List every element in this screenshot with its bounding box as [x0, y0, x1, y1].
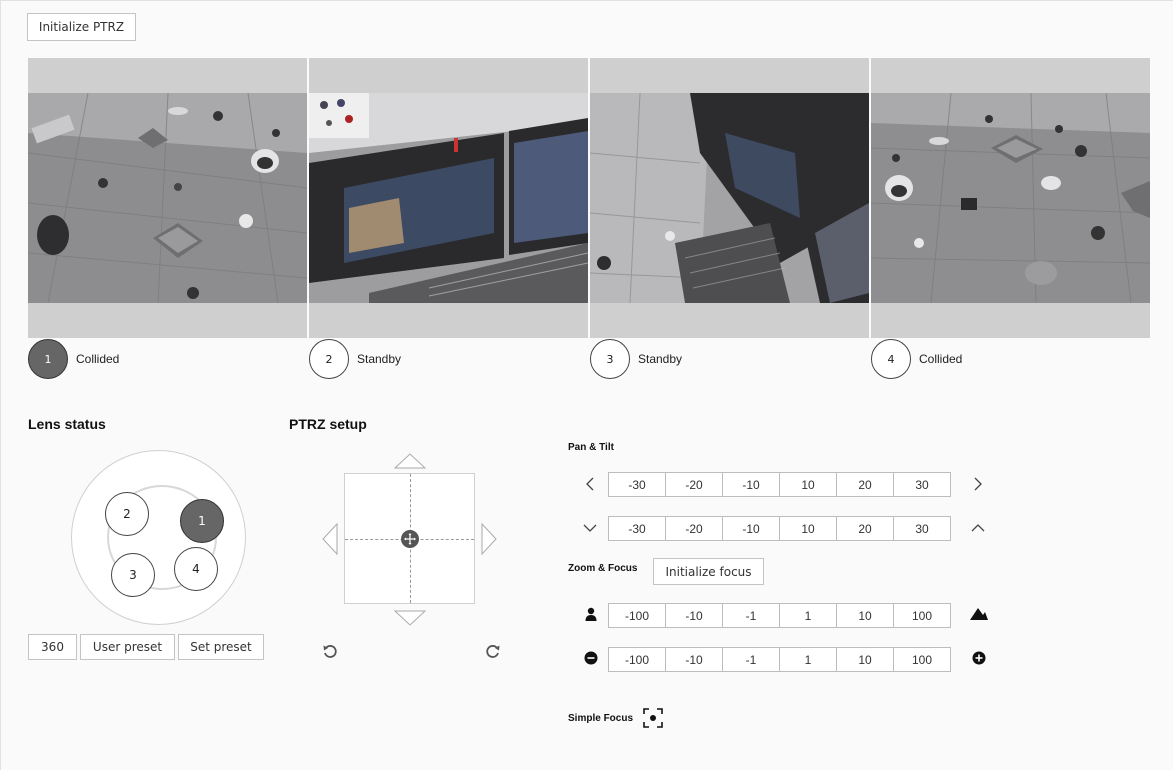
user-preset-button[interactable]: User preset: [80, 634, 175, 660]
camera-feed-1: [28, 93, 307, 303]
zoom-step-button[interactable]: 10: [836, 603, 894, 628]
camera-badge-3[interactable]: 3: [590, 339, 630, 379]
zoom-step-button[interactable]: -1: [722, 603, 780, 628]
pan-left-arrow-icon[interactable]: [322, 523, 338, 555]
move-icon[interactable]: [401, 530, 419, 548]
camera-feed-3: [590, 93, 869, 303]
lens-2[interactable]: 2: [105, 492, 149, 536]
lens-1[interactable]: 1: [180, 499, 224, 543]
focus-step-row: -100 -10 -1 1 10 100: [608, 647, 951, 672]
zoom-step-button[interactable]: -100: [608, 603, 666, 628]
lens-3[interactable]: 3: [111, 553, 155, 597]
chevron-right-icon[interactable]: [969, 475, 987, 493]
pan-step-button[interactable]: 30: [893, 472, 951, 497]
camera-status-label-2: Standby: [357, 352, 402, 366]
pan-step-button[interactable]: -20: [665, 472, 723, 497]
zoom-step-row: -100 -10 -1 1 10 100: [608, 603, 951, 628]
camera-status-3[interactable]: 3 Standby: [590, 338, 682, 380]
set-preset-button[interactable]: Set preset: [178, 634, 264, 660]
tilt-step-button[interactable]: 30: [893, 516, 951, 541]
focus-step-button[interactable]: 10: [836, 647, 894, 672]
rotate-cw-icon[interactable]: [484, 642, 502, 660]
focus-step-button[interactable]: -10: [665, 647, 723, 672]
chevron-left-icon[interactable]: [581, 475, 599, 493]
initialize-focus-button[interactable]: Initialize focus: [653, 558, 764, 585]
zoom-step-button[interactable]: -10: [665, 603, 723, 628]
zoom-step-button[interactable]: 100: [893, 603, 951, 628]
rotate-ccw-icon[interactable]: [321, 642, 339, 660]
camera-badge-2[interactable]: 2: [309, 339, 349, 379]
pan-step-button[interactable]: -10: [722, 472, 780, 497]
camera-status-label-1: Collided: [76, 352, 120, 366]
camera-view-4[interactable]: [871, 58, 1150, 338]
person-icon[interactable]: [582, 605, 600, 623]
zoom-focus-title: Zoom & Focus: [568, 563, 638, 574]
mountain-icon[interactable]: [969, 605, 989, 623]
focus-step-button[interactable]: -100: [608, 647, 666, 672]
camera-badge-1[interactable]: 1: [28, 339, 68, 379]
tilt-step-button[interactable]: -30: [608, 516, 666, 541]
camera-status-label-4: Collided: [919, 352, 963, 366]
tilt-step-button[interactable]: 10: [779, 516, 837, 541]
focus-target-icon[interactable]: [642, 707, 664, 729]
pan-right-arrow-icon[interactable]: [481, 523, 497, 555]
camera-status-4[interactable]: 4 Collided: [871, 338, 962, 380]
focus-step-button[interactable]: 1: [779, 647, 837, 672]
camera-feed-4: [871, 93, 1150, 303]
focus-step-button[interactable]: -1: [722, 647, 780, 672]
tilt-step-button[interactable]: 20: [836, 516, 894, 541]
camera-view-2[interactable]: [309, 58, 588, 338]
pan-step-row: -30 -20 -10 10 20 30: [608, 472, 951, 497]
pan-step-button[interactable]: 10: [779, 472, 837, 497]
pan-step-button[interactable]: -30: [608, 472, 666, 497]
lens-status-title: Lens status: [28, 416, 106, 432]
camera-feed-2: [309, 93, 588, 303]
ptrz-setup-title: PTRZ setup: [289, 416, 367, 432]
pan-tilt-title: Pan & Tilt: [568, 442, 614, 453]
initialize-ptrz-button[interactable]: Initialize PTRZ: [27, 13, 136, 41]
lens-4[interactable]: 4: [174, 547, 218, 591]
camera-badge-4[interactable]: 4: [871, 339, 911, 379]
minus-circle-icon[interactable]: [582, 649, 600, 667]
camera-status-label-3: Standby: [638, 352, 683, 366]
camera-view-1[interactable]: [28, 58, 307, 338]
chevron-down-icon[interactable]: [581, 519, 599, 537]
zoom-step-button[interactable]: 1: [779, 603, 837, 628]
camera-status-1[interactable]: 1 Collided: [28, 338, 119, 380]
tilt-step-button[interactable]: -20: [665, 516, 723, 541]
focus-step-button[interactable]: 100: [893, 647, 951, 672]
360-button[interactable]: 360: [28, 634, 77, 660]
pan-step-button[interactable]: 20: [836, 472, 894, 497]
tilt-down-arrow-icon[interactable]: [394, 610, 426, 626]
tilt-step-button[interactable]: -10: [722, 516, 780, 541]
camera-status-2[interactable]: 2 Standby: [309, 338, 401, 380]
ptz-control-pad[interactable]: [344, 473, 475, 604]
simple-focus-title: Simple Focus: [568, 713, 634, 724]
camera-view-3[interactable]: [590, 58, 869, 338]
tilt-up-arrow-icon[interactable]: [394, 453, 426, 469]
tilt-step-row: -30 -20 -10 10 20 30: [608, 516, 951, 541]
plus-circle-icon[interactable]: [970, 649, 988, 667]
chevron-up-icon[interactable]: [969, 519, 987, 537]
